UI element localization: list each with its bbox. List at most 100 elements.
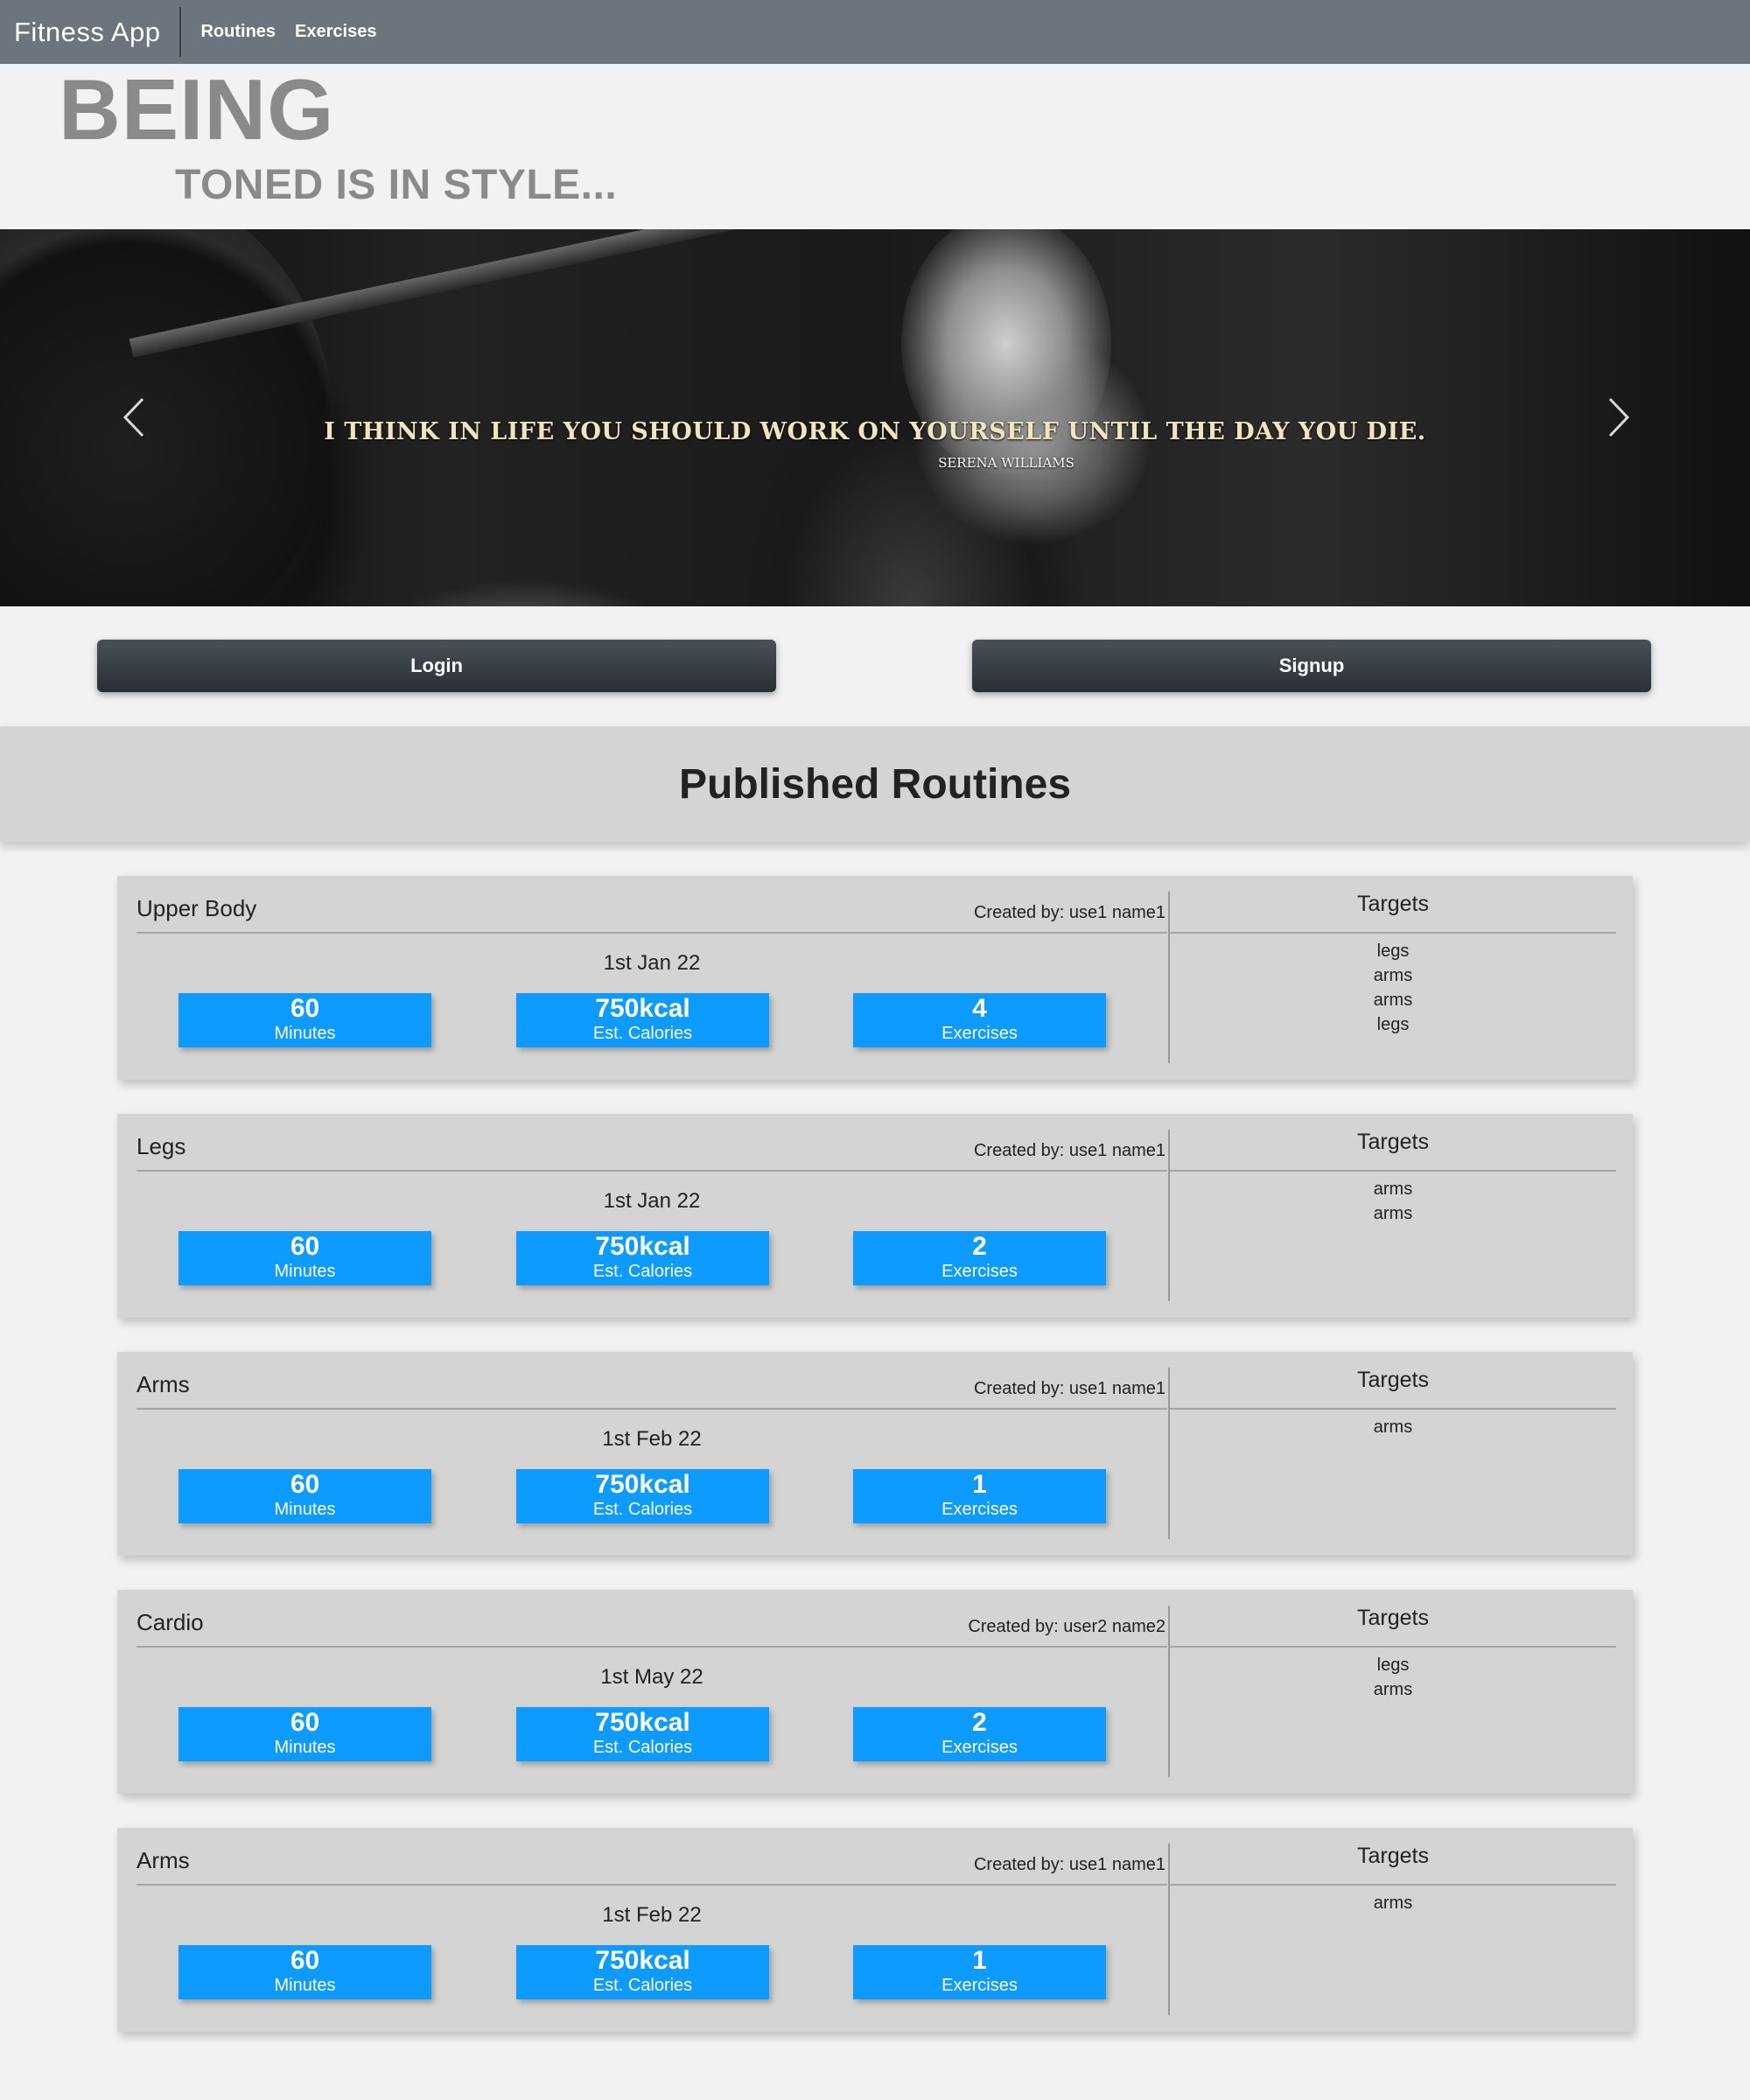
stat-label: Est. Calories <box>592 1500 693 1519</box>
stat-value: 60 <box>290 1946 320 1975</box>
divider <box>1168 1368 1170 1539</box>
stat-minutes[interactable]: 60 Minutes <box>178 1707 431 1761</box>
routine-creator: Created by: user2 name2 <box>968 1617 1166 1636</box>
routine-card[interactable]: Legs Created by: use1 name1 1st Jan 22 60 Mi… <box>117 1114 1633 1318</box>
top-navbar: Fitness App Routines Exercises <box>0 0 1750 64</box>
nav-link-routines[interactable]: Routines <box>200 22 276 42</box>
stat-minutes[interactable]: 60 Minutes <box>178 1469 431 1523</box>
targets-list: legs arms <box>1170 1653 1616 1702</box>
stat-exercises[interactable]: 2 Exercises <box>853 1231 1106 1285</box>
stat-value: 60 <box>290 994 320 1023</box>
stat-value: 2 <box>972 1708 987 1737</box>
target-item: legs <box>1376 1656 1410 1675</box>
stat-label: Est. Calories <box>592 1738 693 1757</box>
targets-heading: Targets <box>1357 1606 1429 1630</box>
routine-date: 1st Feb 22 <box>602 1427 702 1451</box>
app-brand[interactable]: Fitness App <box>0 7 182 57</box>
routine-title[interactable]: Arms <box>136 1847 190 1874</box>
divider <box>1168 1844 1170 2015</box>
carousel-quote: I THINK IN LIFE YOU SHOULD WORK ON YOURS… <box>324 418 1426 445</box>
targets-heading: Targets <box>1357 1368 1429 1392</box>
target-item: arms <box>1373 1894 1413 1913</box>
stat-minutes[interactable]: 60 Minutes <box>178 1945 431 1999</box>
stat-value: 60 <box>290 1708 320 1737</box>
target-item: arms <box>1373 1204 1413 1223</box>
routine-card[interactable]: Cardio Created by: user2 name2 1st May 22 6… <box>117 1590 1633 1794</box>
stat-label: Est. Calories <box>592 1976 693 1995</box>
stat-calories[interactable]: 750kcal Est. Calories <box>516 1231 769 1285</box>
target-item: legs <box>1376 1015 1410 1034</box>
hero-subheadline: TONED IS IN STYLE... <box>175 162 618 208</box>
stat-calories[interactable]: 750kcal Est. Calories <box>516 993 769 1047</box>
stat-value: 750kcal <box>595 1470 690 1499</box>
divider <box>1170 1646 1616 1648</box>
routine-title[interactable]: Upper Body <box>136 895 256 922</box>
stat-exercises[interactable]: 4 Exercises <box>853 993 1106 1047</box>
routine-title[interactable]: Arms <box>136 1371 190 1398</box>
divider <box>1170 1884 1616 1886</box>
stat-label: Exercises <box>942 1500 1018 1519</box>
stat-label: Exercises <box>942 1738 1018 1757</box>
stat-label: Minutes <box>274 1976 336 1995</box>
stat-minutes[interactable]: 60 Minutes <box>178 993 431 1047</box>
stat-label: Exercises <box>942 1024 1018 1043</box>
routine-title[interactable]: Legs <box>136 1133 186 1160</box>
targets-list: arms arms <box>1170 1177 1616 1226</box>
target-item: arms <box>1373 1180 1413 1199</box>
stat-exercises[interactable]: 1 Exercises <box>853 1945 1106 1999</box>
routine-card[interactable]: Arms Created by: use1 name1 1st Feb 22 60 Mi… <box>117 1352 1633 1556</box>
targets-list: arms <box>1170 1415 1616 1439</box>
routine-date: 1st Feb 22 <box>602 1903 702 1927</box>
login-button[interactable]: Login <box>97 640 776 692</box>
stat-label: Exercises <box>942 1262 1018 1281</box>
stat-label: Minutes <box>274 1500 336 1519</box>
stat-value: 60 <box>290 1470 320 1499</box>
nav-link-exercises[interactable]: Exercises <box>295 22 376 42</box>
stat-calories[interactable]: 750kcal Est. Calories <box>516 1945 769 1999</box>
stat-value: 60 <box>290 1232 320 1261</box>
carousel-quote-author: SERENA WILLIAMS <box>938 455 1074 471</box>
stat-calories[interactable]: 750kcal Est. Calories <box>516 1469 769 1523</box>
stat-value: 1 <box>972 1946 987 1975</box>
routine-card[interactable]: Upper Body Created by: use1 name1 1st Jan … <box>117 876 1633 1080</box>
divider <box>136 1646 1167 1648</box>
divider <box>1170 1408 1616 1410</box>
routine-card[interactable]: Arms Created by: use1 name1 1st Feb 22 60 Mi… <box>117 1828 1633 2032</box>
stat-exercises[interactable]: 2 Exercises <box>853 1707 1106 1761</box>
published-routines-heading: Published Routines <box>0 726 1750 842</box>
routine-date: 1st Jan 22 <box>603 951 701 975</box>
divider <box>136 932 1167 934</box>
routine-date: 1st Jan 22 <box>603 1189 701 1213</box>
routine-creator: Created by: use1 name1 <box>973 1141 1166 1160</box>
stat-value: 750kcal <box>595 1946 690 1975</box>
routine-creator: Created by: use1 name1 <box>973 1379 1166 1398</box>
stat-calories[interactable]: 750kcal Est. Calories <box>516 1707 769 1761</box>
routine-creator: Created by: use1 name1 <box>973 903 1166 922</box>
divider <box>136 1408 1167 1410</box>
targets-list: legs arms arms legs <box>1170 939 1616 1037</box>
stat-label: Minutes <box>274 1262 336 1281</box>
target-item: arms <box>1373 966 1413 985</box>
target-item: legs <box>1376 942 1410 961</box>
stat-exercises[interactable]: 1 Exercises <box>853 1469 1106 1523</box>
target-item: arms <box>1373 1418 1413 1437</box>
targets-list: arms <box>1170 1891 1616 1915</box>
target-item: arms <box>1373 990 1413 1010</box>
stat-value: 2 <box>972 1232 987 1261</box>
stat-value: 1 <box>972 1470 987 1499</box>
stat-label: Est. Calories <box>592 1262 693 1281</box>
divider <box>1170 1170 1616 1172</box>
routine-creator: Created by: use1 name1 <box>973 1855 1166 1874</box>
stat-label: Exercises <box>942 1976 1018 1995</box>
divider <box>136 1884 1167 1886</box>
routine-title[interactable]: Cardio <box>136 1609 204 1636</box>
signup-button[interactable]: Signup <box>972 640 1651 692</box>
hero-headline: BEING <box>59 61 335 158</box>
routine-date: 1st May 22 <box>600 1665 704 1689</box>
stat-minutes[interactable]: 60 Minutes <box>178 1231 431 1285</box>
divider <box>136 1170 1167 1172</box>
stat-label: Minutes <box>274 1738 336 1757</box>
targets-heading: Targets <box>1357 1130 1429 1154</box>
stat-value: 4 <box>972 994 987 1023</box>
target-item: arms <box>1373 1680 1413 1699</box>
